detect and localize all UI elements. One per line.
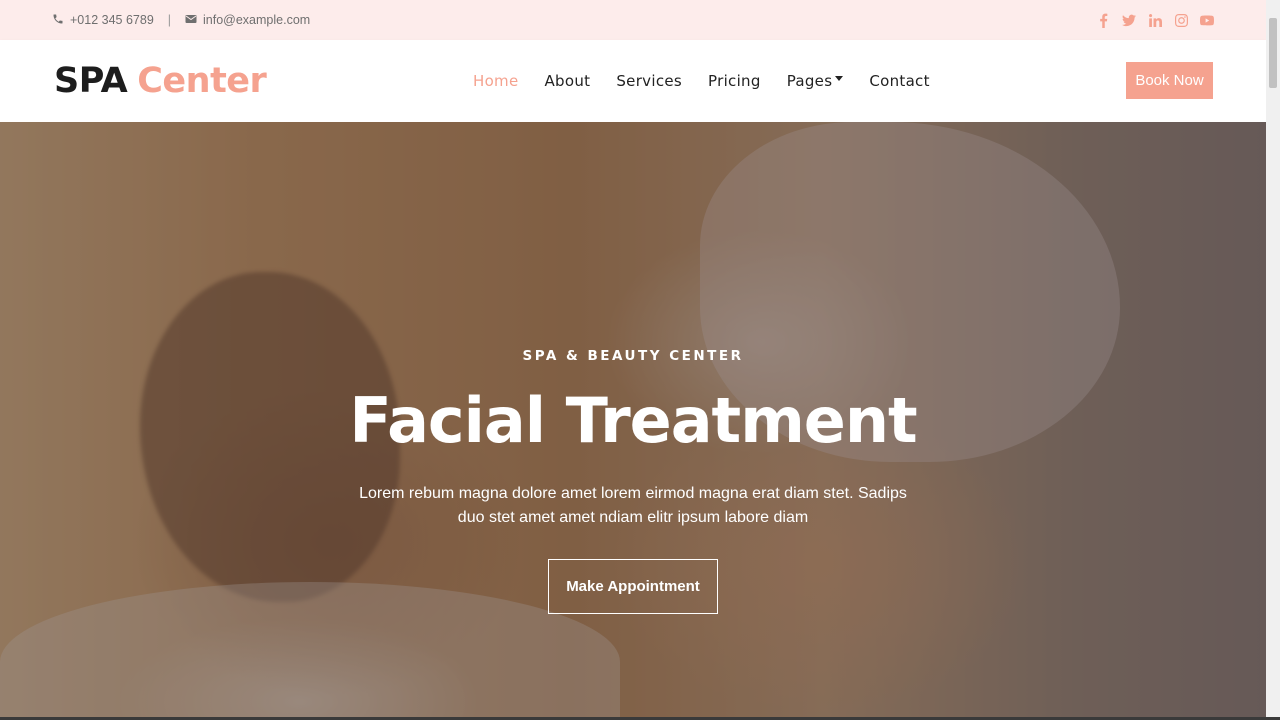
contact-separator: | — [167, 13, 172, 27]
nav-item-about[interactable]: About — [545, 72, 591, 90]
instagram-icon[interactable] — [1174, 13, 1188, 27]
brand-name-spa: SPA — [54, 61, 128, 101]
hero-banner: SPA & BEAUTY CENTER Facial Treatment Lor… — [0, 122, 1266, 720]
make-appointment-button[interactable]: Make Appointment — [548, 559, 718, 614]
brand-logo[interactable]: SPA Center — [54, 61, 267, 101]
nav-item-contact[interactable]: Contact — [869, 72, 929, 90]
nav-item-pages[interactable]: Pages — [787, 72, 844, 90]
nav-item-pricing[interactable]: Pricing — [708, 72, 761, 90]
twitter-icon[interactable] — [1122, 13, 1136, 27]
facebook-icon[interactable] — [1096, 13, 1110, 28]
youtube-icon[interactable] — [1200, 13, 1214, 27]
hero-title: Facial Treatment — [349, 384, 917, 457]
contact-info: +012 345 6789 | info@example.com — [52, 13, 310, 28]
top-bar: +012 345 6789 | info@example.com — [0, 0, 1266, 40]
envelope-icon — [185, 13, 197, 27]
nav-item-home[interactable]: Home — [473, 72, 519, 90]
caret-down-icon — [835, 76, 844, 81]
email-address: info@example.com — [203, 13, 311, 27]
nav-menu: Home About Services Pricing Pages Contac… — [473, 40, 930, 122]
scrollbar-thumb[interactable] — [1269, 18, 1277, 88]
hero-description: Lorem rebum magna dolore amet lorem eirm… — [359, 485, 907, 526]
hero-content: SPA & BEAUTY CENTER Facial Treatment Lor… — [0, 122, 1266, 720]
social-links — [1096, 13, 1214, 28]
hero-eyebrow: SPA & BEAUTY CENTER — [522, 348, 744, 364]
phone-icon — [52, 13, 64, 28]
phone-number: +012 345 6789 — [70, 13, 154, 27]
linkedin-icon[interactable] — [1148, 13, 1162, 27]
nav-item-services[interactable]: Services — [616, 72, 682, 90]
email-item: info@example.com — [185, 13, 310, 27]
main-navbar: SPA Center Home About Services Pricing P… — [0, 40, 1266, 122]
nav-item-pages-label: Pages — [786, 72, 833, 90]
brand-name-center: Center — [137, 61, 267, 101]
phone-item: +012 345 6789 — [52, 13, 154, 28]
page-scrollbar[interactable] — [1266, 0, 1280, 720]
book-now-button[interactable]: Book Now — [1126, 62, 1213, 99]
